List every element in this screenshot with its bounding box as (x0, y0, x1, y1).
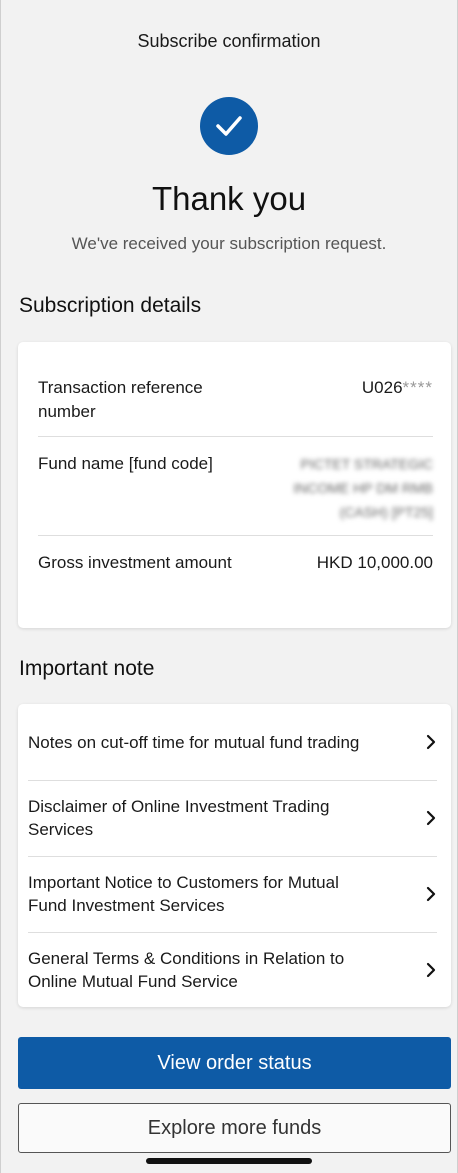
reference-number: U026 (361, 378, 403, 397)
checkmark-icon (216, 116, 242, 136)
fund-name-value: PICTET STRATEGIC INCOME HP DM RMB (CASH)… (293, 456, 433, 520)
subscription-details-card: Transaction reference number U026**** Fu… (18, 342, 451, 628)
detail-value: U026**** (362, 376, 433, 424)
note-label: Disclaimer of Online Investment Trading … (28, 797, 330, 839)
view-order-status-button[interactable]: View order status (18, 1037, 451, 1089)
note-label: Notes on cut-off time for mutual fund tr… (28, 732, 360, 752)
detail-row-transaction-ref: Transaction reference number U026**** (38, 376, 433, 424)
detail-label: Fund name [fund code] (38, 454, 213, 473)
divider (38, 436, 433, 437)
page-header: Subscribe confirmation (1, 0, 457, 82)
note-item-disclaimer[interactable]: Disclaimer of Online Investment Trading … (28, 780, 437, 856)
home-indicator (146, 1158, 312, 1164)
detail-label: Transaction reference number (38, 378, 203, 421)
chevron-right-icon (426, 962, 436, 978)
note-item-important-notice[interactable]: Important Notice to Customers for Mutual… (28, 856, 437, 932)
check-circle-icon (200, 97, 258, 155)
thank-you-heading: Thank you (151, 180, 307, 217)
detail-label: Gross investment amount (38, 553, 232, 572)
explore-more-funds-button[interactable]: Explore more funds (18, 1103, 451, 1153)
note-label: General Terms & Conditions in Relation t… (28, 949, 345, 991)
chevron-right-icon (426, 886, 436, 902)
subscription-details-title: Subscription details (19, 294, 202, 317)
detail-value: HKD 10,000.00 (316, 553, 433, 572)
chevron-right-icon (426, 810, 436, 826)
note-item-cutoff-time[interactable]: Notes on cut-off time for mutual fund tr… (28, 704, 437, 780)
note-item-general-terms[interactable]: General Terms & Conditions in Relation t… (28, 932, 437, 1008)
important-notes-card: Notes on cut-off time for mutual fund tr… (18, 704, 451, 1007)
reference-mask: **** (402, 378, 433, 397)
detail-row-gross-amount: Gross investment amount HKD 10,000.00 (38, 551, 433, 575)
page-title: Subscribe confirmation (137, 30, 321, 51)
divider (38, 535, 433, 536)
detail-row-fund-name: Fund name [fund code] PICTET STRATEGIC I… (38, 452, 433, 524)
important-note-title: Important note (19, 657, 155, 680)
confirmation-message: We've received your subscription request… (71, 234, 387, 253)
note-label: Important Notice to Customers for Mutual… (28, 873, 339, 915)
chevron-right-icon (426, 734, 436, 750)
